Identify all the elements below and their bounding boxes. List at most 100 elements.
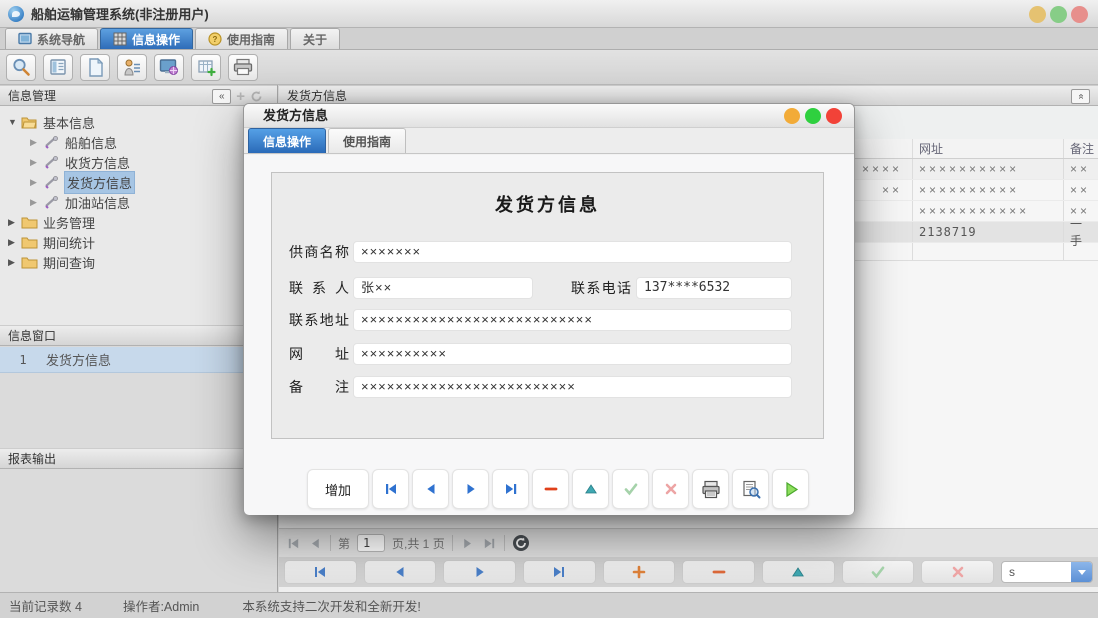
tree-item-period-query[interactable]: ▶ 期间查询: [0, 252, 277, 272]
print-preview-button[interactable]: [732, 469, 769, 509]
cancel-record-button[interactable]: [652, 469, 689, 509]
contact-phone-field[interactable]: 137****6532: [636, 277, 792, 299]
shipper-info-dialog: 发货方信息 信息操作 使用指南 发货方信息 供商名称 ××××××× 联系人 张…: [243, 103, 855, 515]
tab-user-guide[interactable]: ? 使用指南: [195, 28, 288, 49]
search-button[interactable]: [6, 54, 36, 81]
next-icon: [472, 565, 488, 579]
divider: [504, 535, 505, 551]
info-window-panel-header: 信息窗口: [0, 325, 277, 346]
chevron-right-icon[interactable]: ▶: [30, 177, 43, 188]
dialog-minimize-button[interactable]: [784, 108, 800, 124]
last-record-button[interactable]: [492, 469, 529, 509]
dialog-close-button[interactable]: [826, 108, 842, 124]
close-button[interactable]: [1071, 6, 1088, 23]
monitor-globe-icon: [159, 58, 179, 77]
tree-item-business-manage[interactable]: ▶ 业务管理: [0, 212, 277, 232]
monitor-globe-button[interactable]: [154, 54, 184, 81]
minimize-button[interactable]: [1029, 6, 1046, 23]
app-titlebar: 船舶运输管理系统(非注册用户): [0, 0, 1098, 28]
grid-option-select[interactable]: s: [1001, 561, 1093, 583]
printer-icon: [233, 58, 253, 76]
dialog-tabbar: 信息操作 使用指南: [244, 128, 854, 154]
contact-address-label: 联系地址: [289, 309, 349, 331]
folder-icon: [21, 235, 38, 249]
record-nav-row: s: [279, 557, 1098, 587]
dialog-zoom-button[interactable]: [805, 108, 821, 124]
user-info-button[interactable]: [117, 54, 147, 81]
tree-item-consignee-info[interactable]: ▶ 收货方信息: [0, 152, 277, 172]
check-icon: [870, 565, 886, 579]
add-record-button[interactable]: 增加: [307, 469, 369, 509]
prev-record-button[interactable]: [412, 469, 449, 509]
delete-record-button[interactable]: [532, 469, 569, 509]
last-icon: [551, 565, 567, 579]
triangle-up-icon: [584, 483, 598, 495]
grid-column-url[interactable]: 网址: [912, 139, 1063, 158]
print-record-button[interactable]: [692, 469, 729, 509]
grid-column-remark[interactable]: 备注: [1063, 139, 1098, 158]
next-record-button[interactable]: [452, 469, 489, 509]
page-number-input[interactable]: [357, 534, 385, 552]
chevron-right-icon[interactable]: ▶: [8, 237, 21, 248]
form-view-button[interactable]: [43, 54, 73, 81]
table-add-button[interactable]: [191, 54, 221, 81]
refresh-icon: [250, 90, 263, 103]
document-button[interactable]: [80, 54, 110, 81]
tree-item-ship-info[interactable]: ▶ 船舶信息: [0, 132, 277, 152]
tab-info-operation[interactable]: 信息操作: [100, 28, 193, 49]
window-controls: [1029, 6, 1088, 23]
page-last-icon[interactable]: [482, 536, 497, 551]
chevron-right-icon[interactable]: ▶: [8, 217, 21, 228]
chevron-right-icon[interactable]: ▶: [8, 257, 21, 268]
chevron-right-icon[interactable]: ▶: [30, 157, 43, 168]
supplier-name-field[interactable]: ×××××××: [353, 241, 792, 263]
record-last-button[interactable]: [523, 560, 596, 584]
chevron-right-icon[interactable]: ▶: [30, 197, 43, 208]
app-title: 船舶运输管理系统(非注册用户): [31, 4, 209, 23]
tree-item-shipper-info[interactable]: ▶ 发货方信息: [0, 172, 277, 192]
save-record-button[interactable]: [612, 469, 649, 509]
record-cancel-button[interactable]: [921, 560, 994, 584]
website-field[interactable]: ××××××××××: [353, 343, 792, 365]
page-next-icon[interactable]: [460, 536, 475, 551]
record-first-button[interactable]: [284, 560, 357, 584]
chevron-right-icon[interactable]: ▶: [30, 137, 43, 148]
search-icon: [11, 57, 31, 77]
chevron-down-icon[interactable]: ▼: [8, 117, 21, 127]
main-toolbar: [0, 50, 1098, 85]
first-icon: [312, 565, 328, 579]
page-first-icon[interactable]: [286, 536, 301, 551]
tab-about[interactable]: 关于: [290, 28, 340, 49]
tree-item-period-stats[interactable]: ▶ 期间统计: [0, 232, 277, 252]
contact-person-field[interactable]: 张××: [353, 277, 533, 299]
run-button[interactable]: [772, 469, 809, 509]
collapse-panel-button[interactable]: «: [1071, 89, 1090, 104]
first-icon: [383, 482, 399, 496]
edit-record-button[interactable]: [572, 469, 609, 509]
dialog-tab-info-operation[interactable]: 信息操作: [248, 128, 326, 153]
first-record-button[interactable]: [372, 469, 409, 509]
record-edit-button[interactable]: [762, 560, 835, 584]
print-button[interactable]: [228, 54, 258, 81]
dialog-tab-user-guide[interactable]: 使用指南: [328, 128, 406, 153]
zoom-button[interactable]: [1050, 6, 1067, 23]
pager-suffix-label: 页,共 1 页: [392, 535, 445, 552]
tools-icon: [43, 135, 60, 149]
record-prev-button[interactable]: [364, 560, 437, 584]
tree-item-basic-info[interactable]: ▼ 基本信息: [0, 112, 277, 132]
page-prev-icon[interactable]: [308, 536, 323, 551]
record-save-button[interactable]: [842, 560, 915, 584]
chevron-down-icon[interactable]: [1071, 562, 1092, 582]
record-remove-button[interactable]: [682, 560, 755, 584]
info-manage-panel-header: 信息管理 « +: [0, 85, 277, 106]
info-window-list-item[interactable]: 1 发货方信息: [0, 347, 277, 373]
contact-address-field[interactable]: ×××××××××××××××××××××××××××: [353, 309, 792, 331]
tree-item-gas-station-info[interactable]: ▶ 加油站信息: [0, 192, 277, 212]
remark-field[interactable]: ×××××××××××××××××××××××××: [353, 376, 792, 398]
folder-open-icon: [21, 115, 38, 129]
tab-system-nav[interactable]: 系统导航: [5, 28, 98, 49]
record-next-button[interactable]: [443, 560, 516, 584]
collapse-sidebar-button[interactable]: «: [212, 89, 231, 104]
record-add-button[interactable]: [603, 560, 676, 584]
refresh-icon[interactable]: [512, 534, 530, 552]
